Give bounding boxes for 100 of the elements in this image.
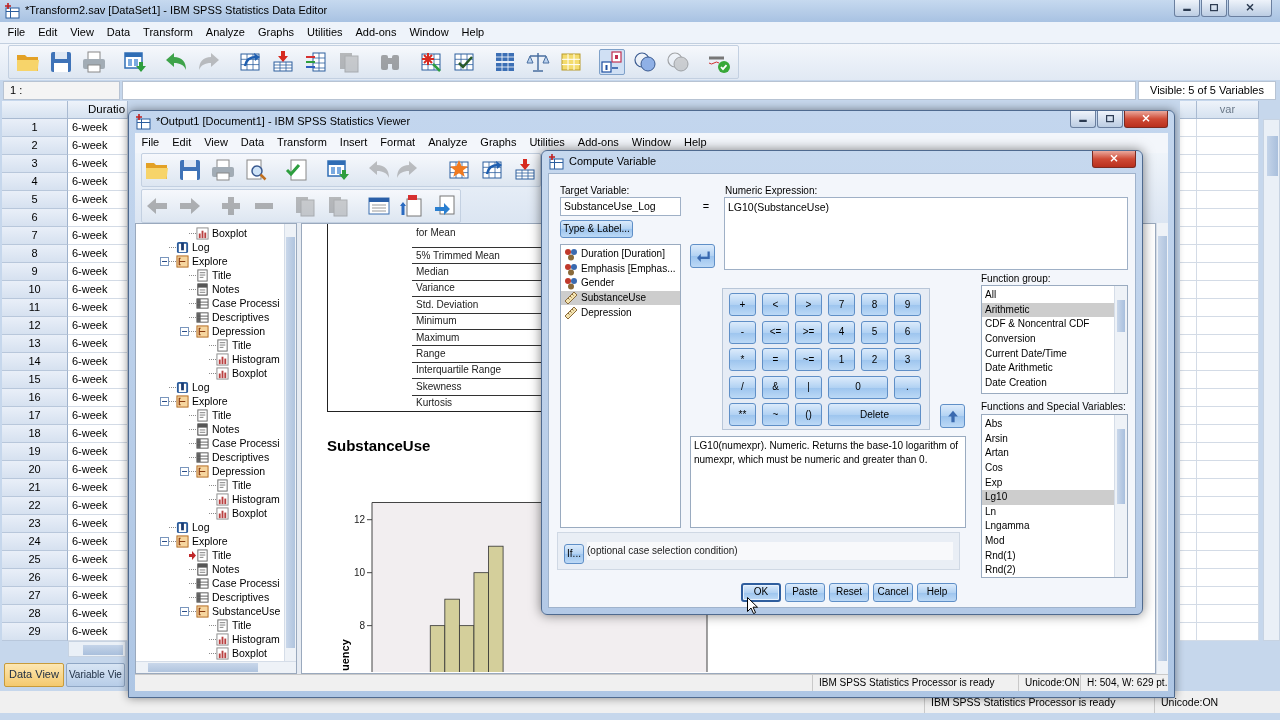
- maximize-button[interactable]: [1201, 0, 1227, 17]
- list-item[interactable]: Arithmetic: [982, 302, 1114, 318]
- row-number[interactable]: 12: [2, 317, 68, 335]
- keypad-button[interactable]: &: [762, 375, 789, 399]
- row-number[interactable]: 25: [2, 551, 68, 569]
- table-cell[interactable]: 6-week: [68, 587, 128, 605]
- sheet-tab[interactable]: Data View: [4, 663, 64, 687]
- table-cell[interactable]: 6-week: [68, 605, 128, 623]
- cancel-button[interactable]: Cancel: [873, 582, 913, 602]
- row-number[interactable]: 15: [2, 371, 68, 389]
- help-button[interactable]: Help: [917, 582, 957, 602]
- list-item[interactable]: Mod: [982, 533, 1114, 549]
- vertical-scrollbar[interactable]: [1114, 415, 1127, 577]
- table-cell[interactable]: 6-week: [68, 209, 128, 227]
- keypad-button[interactable]: 1: [828, 348, 855, 371]
- list-item[interactable]: Date Creation: [982, 375, 1114, 391]
- keypad-button[interactable]: /: [729, 375, 756, 399]
- row-number[interactable]: 18: [2, 425, 68, 443]
- save-icon[interactable]: [48, 49, 74, 75]
- menu-item[interactable]: Graphs: [473, 136, 523, 150]
- outline-item[interactable]: Case Processi: [212, 296, 280, 310]
- table-lines-icon[interactable]: [303, 49, 329, 75]
- table-cell[interactable]: 6-week: [68, 515, 128, 533]
- table-cell[interactable]: 6-week: [68, 119, 128, 137]
- outline-item[interactable]: Descriptives: [212, 590, 270, 604]
- keypad-button[interactable]: <=: [762, 320, 789, 344]
- horizontal-scrollbar[interactable]: [136, 661, 296, 673]
- outline-item[interactable]: Log: [192, 520, 210, 534]
- type-label-button[interactable]: Type & Label...: [560, 220, 633, 238]
- minus-box-icon[interactable]: [180, 466, 189, 476]
- outline-item[interactable]: Boxplot: [212, 226, 248, 240]
- row-number[interactable]: 6: [2, 209, 68, 227]
- menu-item[interactable]: Analyze: [199, 25, 252, 40]
- page-check-icon[interactable]: [284, 157, 310, 183]
- minimize-button[interactable]: [1174, 0, 1200, 17]
- outline-item[interactable]: Case Processi: [212, 576, 280, 590]
- menu-item[interactable]: Transform: [270, 136, 334, 150]
- row-number[interactable]: 7: [2, 227, 68, 245]
- menu-item[interactable]: Edit: [165, 136, 198, 150]
- outline-item[interactable]: Depression: [212, 464, 266, 478]
- sheet-tab[interactable]: Variable Vie: [65, 663, 125, 687]
- table-cell[interactable]: 6-week: [68, 569, 128, 587]
- overlapping-circles-icon[interactable]: [632, 49, 658, 75]
- keypad-button[interactable]: (): [795, 403, 822, 426]
- row-number[interactable]: 19: [2, 443, 68, 461]
- table-cell[interactable]: 6-week: [68, 191, 128, 209]
- outline-item[interactable]: Descriptives: [212, 450, 270, 464]
- table-cell[interactable]: 6-week: [68, 551, 128, 569]
- outline-item[interactable]: Histogram: [232, 632, 280, 646]
- table-cell[interactable]: 6-week: [68, 155, 128, 173]
- outline-item[interactable]: Descriptives: [212, 310, 270, 324]
- outline-item[interactable]: Title: [232, 338, 252, 352]
- table-cell[interactable]: 6-week: [68, 281, 128, 299]
- page-marker-icon[interactable]: [399, 193, 425, 219]
- row-number[interactable]: 21: [2, 479, 68, 497]
- row-number[interactable]: 10: [2, 281, 68, 299]
- menu-item[interactable]: View: [197, 136, 235, 150]
- print-icon[interactable]: [210, 157, 236, 183]
- save-icon[interactable]: [177, 157, 203, 183]
- menu-item[interactable]: View: [63, 25, 101, 40]
- menu-item[interactable]: Insert: [333, 136, 374, 150]
- table-cell[interactable]: 6-week: [68, 299, 128, 317]
- outline-item[interactable]: Notes: [212, 562, 240, 576]
- vertical-scrollbar[interactable]: [284, 224, 296, 661]
- move-to-expression-button[interactable]: [690, 244, 715, 268]
- table-cell[interactable]: 6-week: [68, 227, 128, 245]
- expression-field[interactable]: LG10(SubstanceUse): [724, 197, 1128, 270]
- menu-item[interactable]: Graphs: [251, 25, 301, 40]
- menu-item[interactable]: File: [135, 136, 166, 150]
- row-number[interactable]: 9: [2, 263, 68, 281]
- outline-item[interactable]: Explore: [192, 534, 228, 548]
- outline-item[interactable]: Explore: [192, 394, 228, 408]
- table-cell[interactable]: 6-week: [68, 443, 128, 461]
- outline-item[interactable]: Title: [212, 268, 232, 282]
- row-number[interactable]: 16: [2, 389, 68, 407]
- menu-item[interactable]: Add-ons: [349, 25, 403, 40]
- list-item[interactable]: Rnd(1): [982, 548, 1114, 563]
- list-item[interactable]: Gender: [561, 276, 680, 291]
- list-item[interactable]: Depression: [561, 305, 680, 320]
- menu-item[interactable]: File: [1, 25, 32, 40]
- row-number[interactable]: 13: [2, 335, 68, 353]
- menu-item[interactable]: Window: [625, 136, 678, 150]
- table-cell[interactable]: 6-week: [68, 173, 128, 191]
- label-squares-icon[interactable]: [599, 49, 625, 75]
- table-cell[interactable]: 6-week: [68, 137, 128, 155]
- outline-item[interactable]: Boxplot: [232, 366, 268, 380]
- list-item[interactable]: Conversion: [982, 331, 1114, 347]
- list-item[interactable]: Date Arithmetic: [982, 360, 1114, 376]
- keypad-button[interactable]: ~=: [795, 348, 822, 371]
- list-item[interactable]: Duration [Duration]: [561, 247, 680, 262]
- row-number[interactable]: 27: [2, 587, 68, 605]
- reset-button[interactable]: Reset: [829, 582, 869, 602]
- outline-item[interactable]: Title: [232, 618, 252, 632]
- table-cell[interactable]: 6-week: [68, 425, 128, 443]
- list-item[interactable]: Rnd(2): [982, 562, 1114, 577]
- keypad-button[interactable]: Delete: [828, 403, 921, 426]
- minus-box-icon[interactable]: [180, 606, 189, 616]
- outline-item[interactable]: Case Processi: [212, 436, 280, 450]
- table-cell[interactable]: 6-week: [68, 389, 128, 407]
- table-cell[interactable]: 6-week: [68, 497, 128, 515]
